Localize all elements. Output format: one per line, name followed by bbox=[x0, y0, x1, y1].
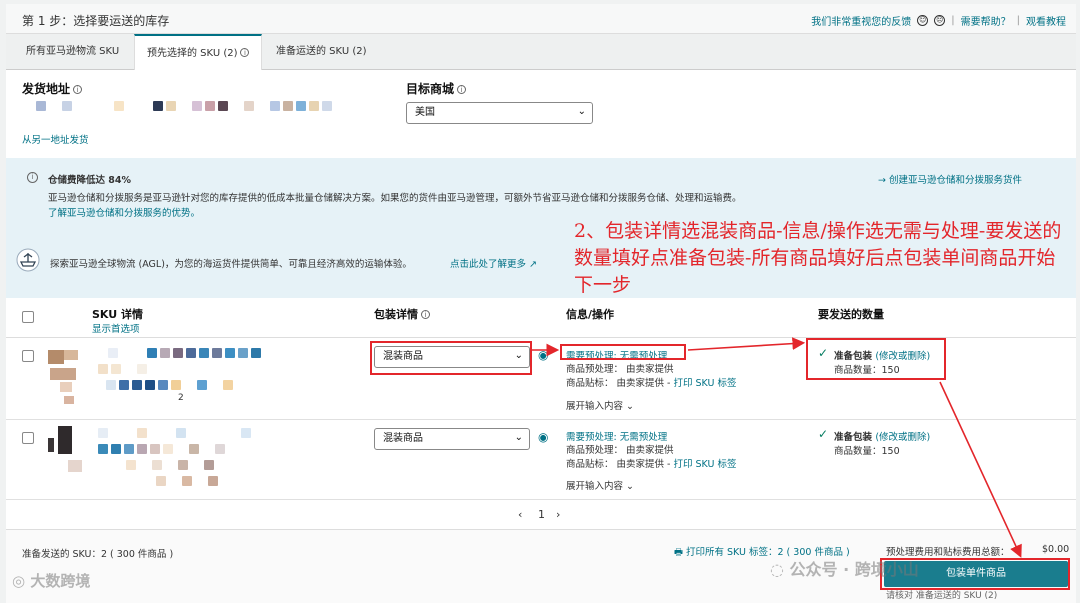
weibo-icon: ◎ bbox=[12, 572, 31, 590]
watermark-right-text: 公众号 · 跨境小山 bbox=[789, 560, 919, 579]
arrow-to-pack-button bbox=[939, 381, 1022, 558]
annotation-arrows bbox=[532, 337, 1022, 558]
watermark-left: ◎ 大数跨境 bbox=[12, 570, 90, 591]
watermark-right: ◌ 公众号 · 跨境小山 bbox=[770, 556, 919, 580]
wechat-icon: ◌ bbox=[770, 560, 790, 579]
watermark-left-text: 大数跨境 bbox=[30, 572, 91, 590]
arrow-to-qty bbox=[687, 337, 806, 351]
